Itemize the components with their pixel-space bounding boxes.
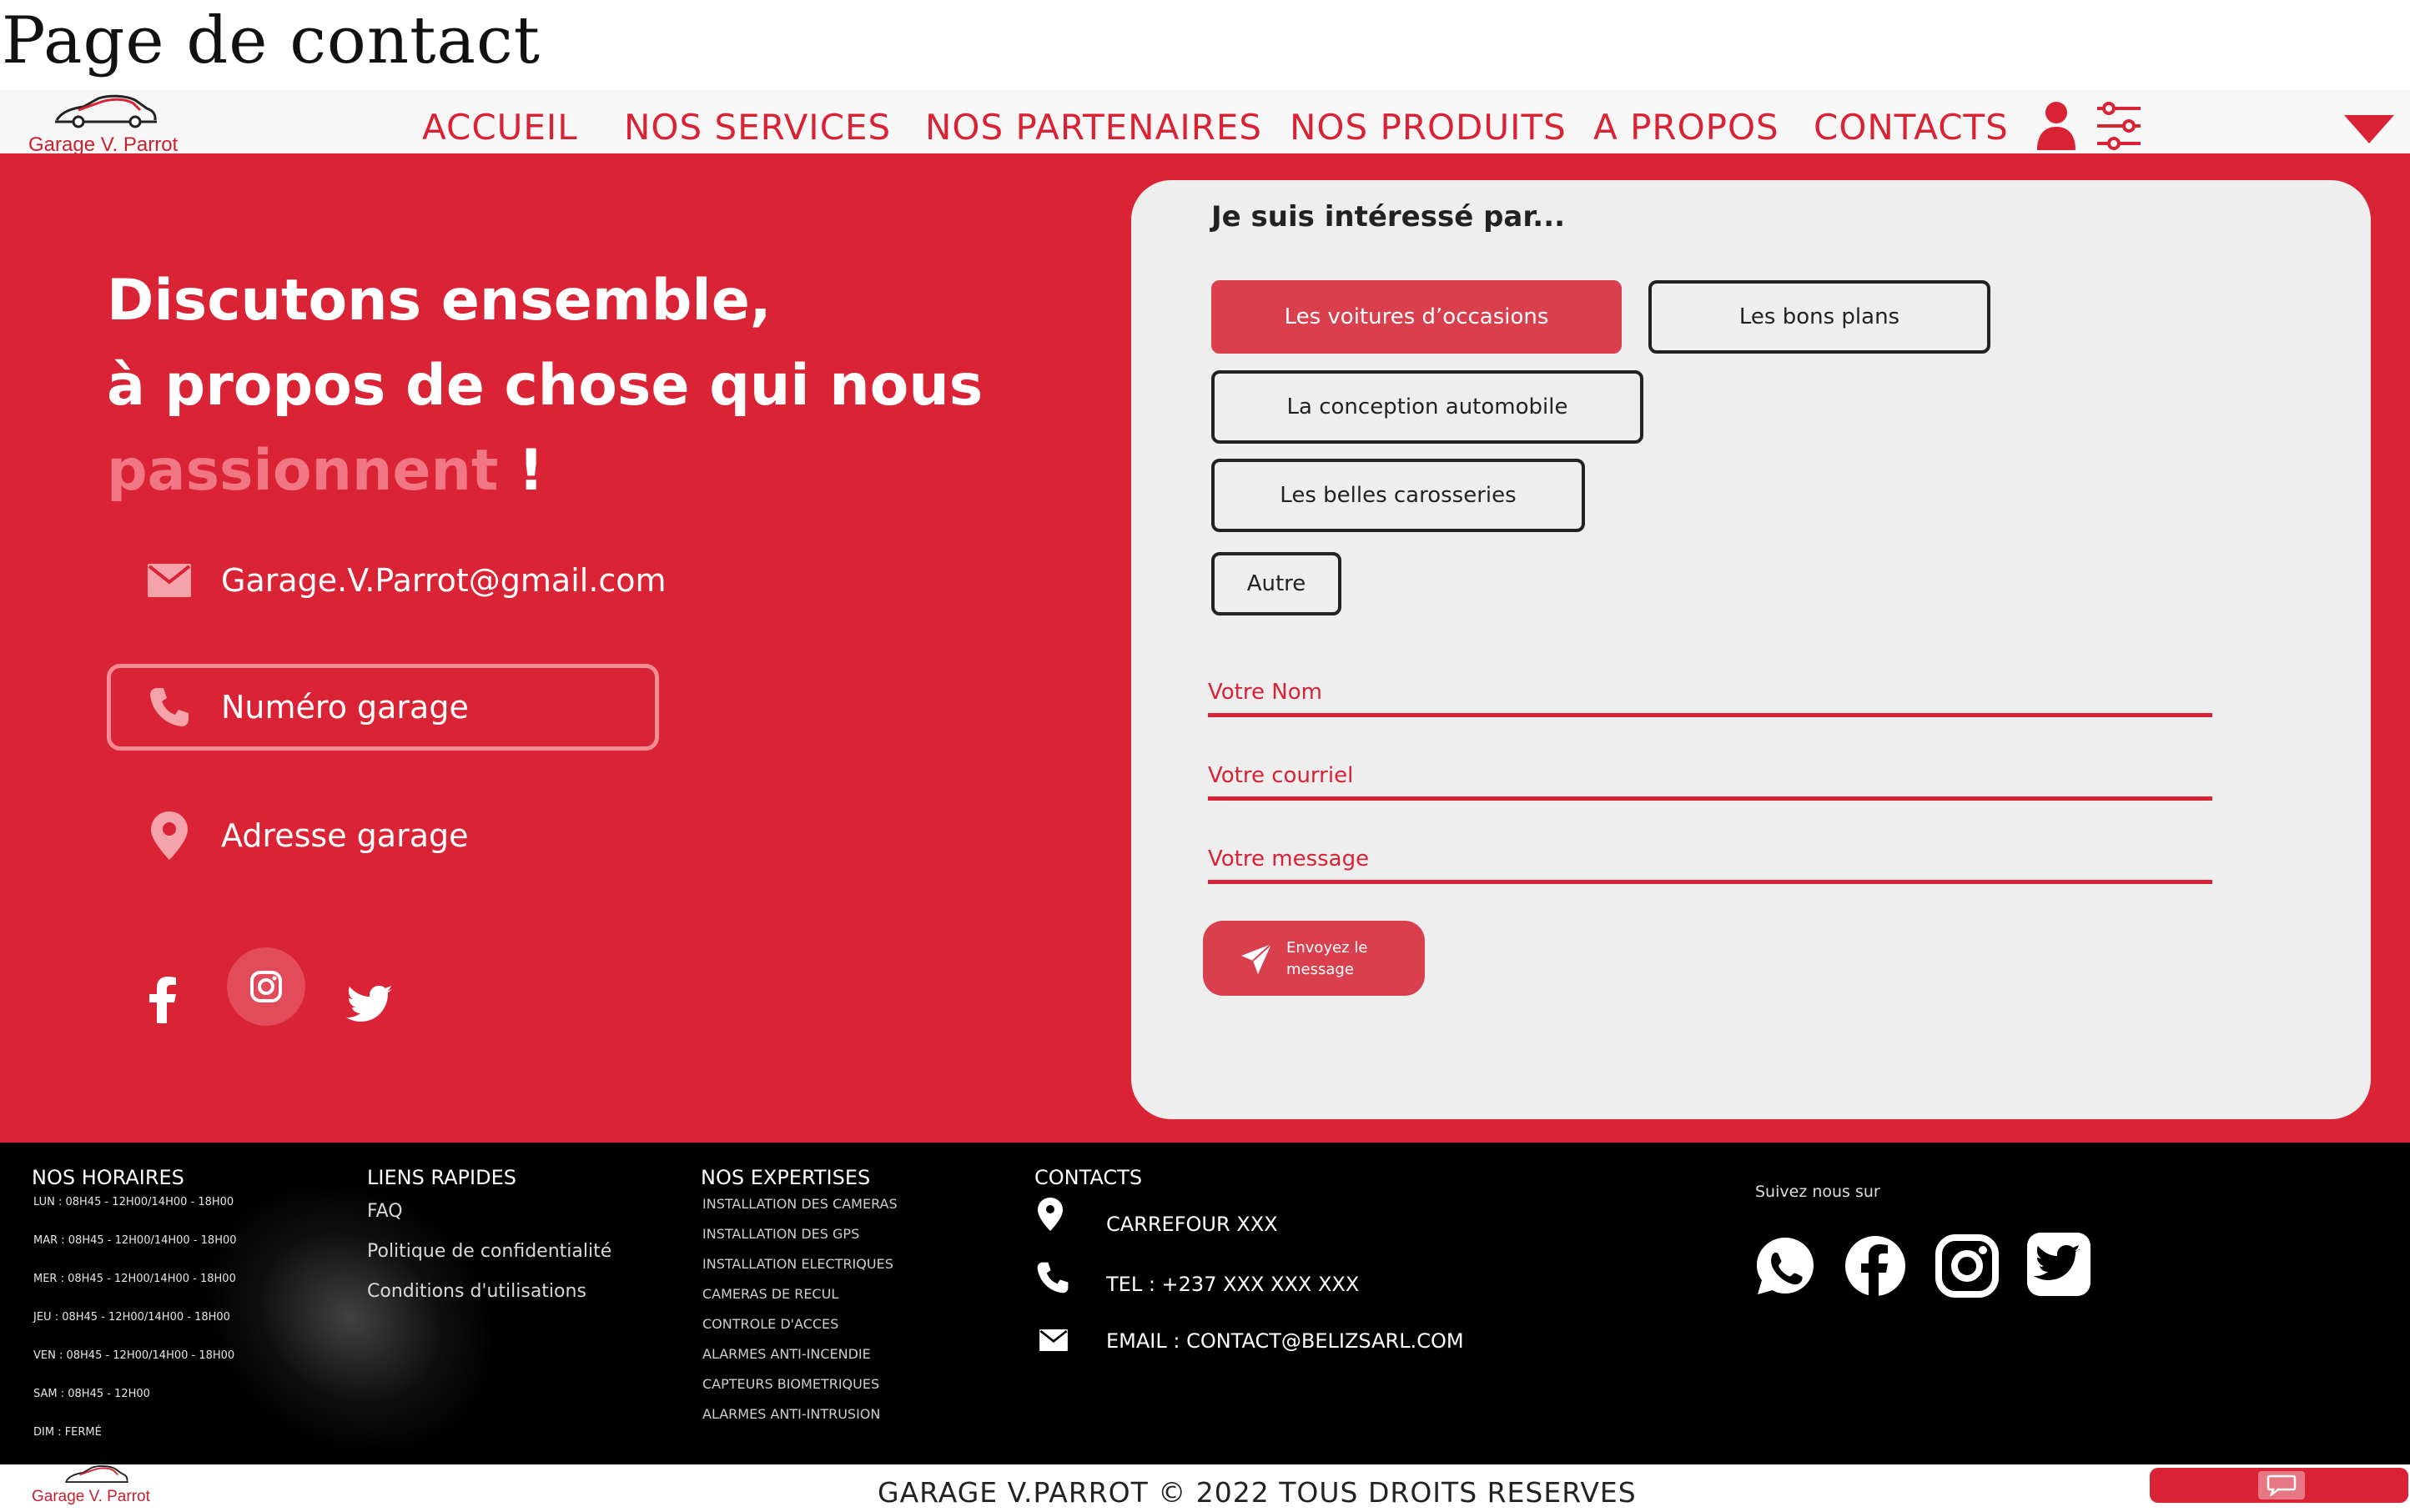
headline-line-1: Discutons ensemble, xyxy=(107,268,772,334)
headline-accent-word: passionnent xyxy=(107,438,499,504)
user-icon[interactable] xyxy=(2035,100,2077,154)
footer-link-faq[interactable]: FAQ xyxy=(367,1201,403,1222)
hours-monday: LUN : 08H45 - 12H00/14H00 - 18H00 xyxy=(33,1196,234,1208)
expertise-item: CAMERAS DE RECUL xyxy=(702,1286,839,1302)
chip-voitures-occasions[interactable]: Les voitures d’occasions xyxy=(1211,280,1622,354)
headline-line-3: passionnent ! xyxy=(107,429,983,514)
whatsapp-icon[interactable] xyxy=(1752,1233,1819,1299)
car-logo-icon xyxy=(55,94,157,128)
message-field-label: Votre message xyxy=(1208,846,1370,872)
chip-bons-plans[interactable]: Les bons plans xyxy=(1648,280,1990,354)
chat-widget-button[interactable] xyxy=(2150,1468,2408,1503)
chip-conception-automobile[interactable]: La conception automobile xyxy=(1211,370,1643,444)
headline-exclamation: ! xyxy=(498,438,545,504)
nav-a-propos[interactable]: A PROPOS xyxy=(1593,107,1779,148)
mail-icon xyxy=(146,557,193,604)
twitter-icon[interactable] xyxy=(2025,1231,2092,1298)
settings-sliders-icon[interactable] xyxy=(2096,102,2142,154)
footer-link-terms[interactable]: Conditions d'utilisations xyxy=(367,1281,586,1302)
car-logo-icon xyxy=(65,1465,128,1483)
phone-text: Numéro garage xyxy=(221,689,469,726)
nav-accueil[interactable]: ACCUEIL xyxy=(422,107,578,148)
dropdown-triangle-icon[interactable] xyxy=(2344,115,2394,148)
footer-hours-title: NOS HORAIRES xyxy=(32,1166,184,1189)
name-field-label: Votre Nom xyxy=(1208,680,1322,705)
contact-form-card: Je suis intéressé par... Les voitures d’… xyxy=(1131,180,2371,1119)
hero-headline: Discutons ensemble, à propos de chose qu… xyxy=(107,259,983,514)
follow-us-label: Suivez nous sur xyxy=(1755,1183,1880,1201)
phone-contact-row[interactable]: Numéro garage xyxy=(146,684,469,731)
expertise-item: INSTALLATION ELECTRIQUES xyxy=(702,1256,893,1272)
chip-autre[interactable]: Autre xyxy=(1211,552,1341,615)
name-field[interactable]: Votre Nom xyxy=(1208,659,2212,717)
footer-phone: TEL : +237 XXX XXX XXX xyxy=(1106,1273,1360,1296)
paper-plane-icon xyxy=(1241,943,1272,974)
chip-belles-carosseries[interactable]: Les belles carosseries xyxy=(1211,459,1585,532)
send-button-label: Envoyez le message xyxy=(1286,937,1411,981)
hours-friday: VEN : 08H45 - 12H00/14H00 - 18H00 xyxy=(33,1349,235,1362)
instagram-icon[interactable] xyxy=(227,947,305,1026)
footer-links-title: LIENS RAPIDES xyxy=(367,1166,516,1189)
twitter-icon[interactable] xyxy=(330,964,409,1042)
hours-thursday: JEU : 08H45 - 12H00/14H00 - 18H00 xyxy=(33,1311,230,1324)
mail-icon xyxy=(1039,1329,1068,1351)
footer-glow-decoration xyxy=(155,1143,546,1464)
facebook-icon[interactable] xyxy=(1842,1233,1909,1299)
expertise-item: ALARMES ANTI-INCENDIE xyxy=(702,1346,871,1362)
email-field-label: Votre courriel xyxy=(1208,763,1354,788)
footer-email: EMAIL : CONTACT@BELIZSARL.COM xyxy=(1106,1329,1464,1353)
address-contact-row[interactable]: Adresse garage xyxy=(146,811,469,860)
footer: NOS HORAIRES LUN : 08H45 - 12H00/14H00 -… xyxy=(0,1143,2410,1464)
nav-nos-produits[interactable]: NOS PRODUITS xyxy=(1290,107,1567,148)
footer-address: CARREFOUR XXX xyxy=(1106,1213,1278,1236)
email-field[interactable]: Votre courriel xyxy=(1208,742,2212,801)
expertise-item: ALARMES ANTI-INTRUSION xyxy=(702,1406,881,1422)
expertise-item: CAPTEURS BIOMETRIQUES xyxy=(702,1376,880,1392)
hours-saturday: SAM : 08H45 - 12H00 xyxy=(33,1388,150,1400)
nav-nos-partenaires[interactable]: NOS PARTENAIRES xyxy=(925,107,1262,148)
message-field[interactable]: Votre message xyxy=(1208,826,2212,884)
bottom-bar: Garage V. Parrot GARAGE V.PARROT © 2022 … xyxy=(0,1464,2410,1512)
brand-logo[interactable]: Garage V. Parrot xyxy=(28,93,195,156)
footer-expertise-title: NOS EXPERTISES xyxy=(701,1166,871,1189)
phone-icon xyxy=(146,684,193,731)
nav-contacts[interactable]: CONTACTS xyxy=(1814,107,2009,148)
page-title: Page de contact xyxy=(2,3,541,78)
headline-line-2: à propos de chose qui nous xyxy=(107,353,984,419)
expertise-item: CONTROLE D'ACCES xyxy=(702,1316,839,1332)
phone-icon xyxy=(1037,1262,1069,1293)
email-contact-row[interactable]: Garage.V.Parrot@gmail.com xyxy=(146,557,667,604)
chat-bubble-icon xyxy=(2258,1471,2305,1499)
expertise-item: INSTALLATION DES GPS xyxy=(702,1226,860,1242)
instagram-icon[interactable] xyxy=(1934,1233,2000,1299)
send-message-button[interactable]: Envoyez le message xyxy=(1203,921,1425,996)
hours-wednesday: MER : 08H45 - 12H00/14H00 - 18H00 xyxy=(33,1273,236,1285)
footer-contacts-title: CONTACTS xyxy=(1034,1166,1143,1189)
email-text: Garage.V.Parrot@gmail.com xyxy=(221,562,667,599)
facebook-icon[interactable] xyxy=(123,961,202,1039)
send-label-line-2: message xyxy=(1286,961,1354,978)
copyright-text: GARAGE V.PARROT © 2022 TOUS DROITS RESER… xyxy=(878,1476,1637,1509)
expertise-item: INSTALLATION DES CAMERAS xyxy=(702,1196,898,1212)
nav-nos-services[interactable]: NOS SERVICES xyxy=(624,107,891,148)
footer-link-privacy[interactable]: Politique de confidentialité xyxy=(367,1241,611,1262)
form-title: Je suis intéressé par... xyxy=(1211,200,1566,234)
top-navigation: Garage V. Parrot ACCUEIL NOS SERVICES NO… xyxy=(0,90,2410,156)
bottom-brand-name: Garage V. Parrot xyxy=(32,1488,150,1505)
address-text: Adresse garage xyxy=(221,817,469,854)
send-label-line-1: Envoyez le xyxy=(1286,939,1368,957)
hours-sunday: DIM : FERMÉ xyxy=(33,1426,102,1439)
location-pin-icon xyxy=(146,811,193,860)
location-pin-icon xyxy=(1038,1198,1063,1231)
hours-tuesday: MAR : 08H45 - 12H00/14H00 - 18H00 xyxy=(33,1234,237,1247)
